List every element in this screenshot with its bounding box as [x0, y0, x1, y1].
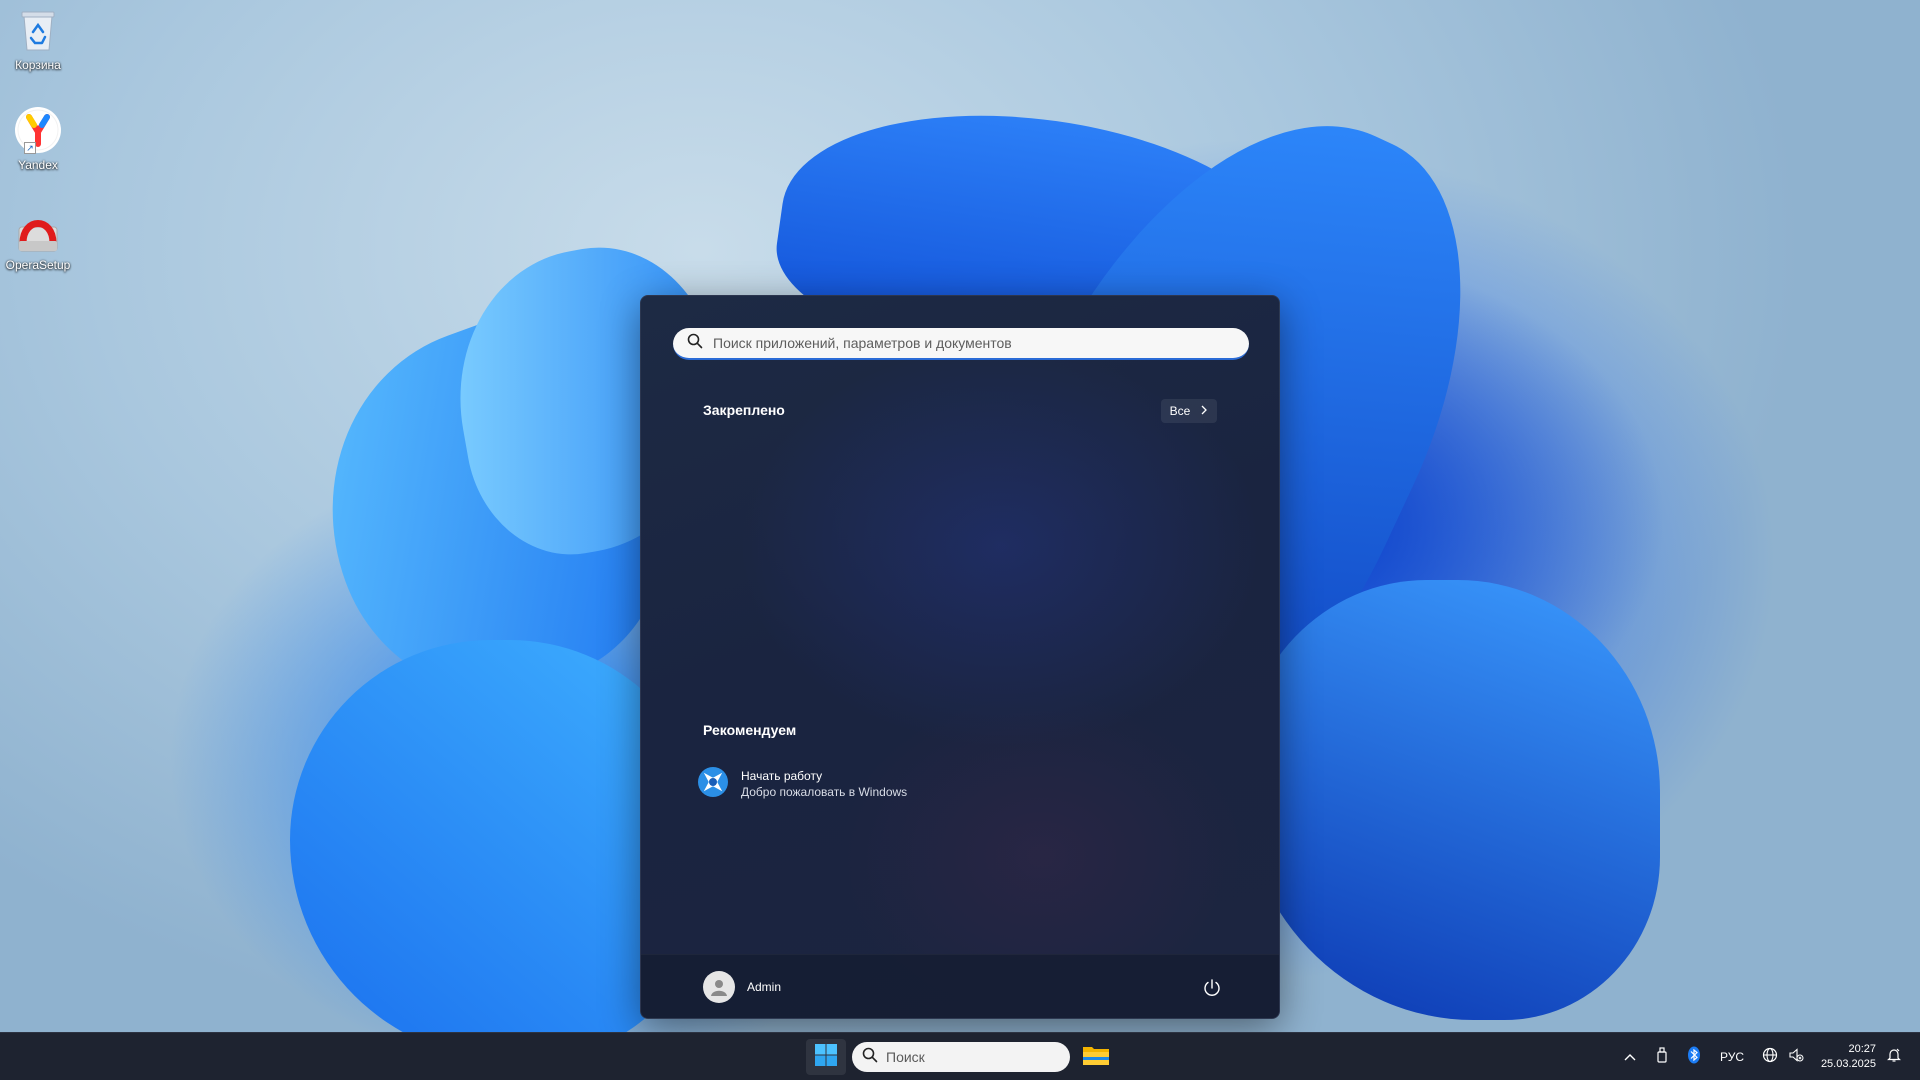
usb-device-icon — [1656, 1046, 1668, 1068]
start-search-input[interactable]: Поиск приложений, параметров и документо… — [673, 328, 1249, 360]
windows-logo-icon — [814, 1043, 838, 1072]
all-apps-label: Все — [1169, 404, 1191, 418]
opera-setup-icon — [14, 206, 62, 254]
recommended-section-title: Рекомендуем — [703, 722, 797, 738]
desktop-icon-opera-setup[interactable]: OperaSetup — [4, 206, 72, 272]
recommended-item-title: Начать работу — [741, 769, 823, 783]
notification-bell-icon — [1886, 1047, 1902, 1068]
recycle-bin-icon — [14, 6, 62, 54]
power-icon — [1201, 979, 1223, 1003]
desktop-icon-yandex[interactable]: ↗ Yandex — [4, 106, 72, 172]
taskbar-search-input[interactable]: Поиск — [852, 1042, 1070, 1072]
desktop-icon-label: OperaSetup — [5, 258, 71, 272]
start-search-placeholder: Поиск приложений, параметров и документо… — [713, 335, 1012, 351]
wallpaper-bloom — [1240, 580, 1660, 1020]
network-button[interactable] — [1760, 1033, 1780, 1081]
search-icon — [862, 1047, 878, 1068]
get-started-icon — [697, 766, 729, 803]
start-menu-footer: Admin — [641, 954, 1279, 1018]
clock-time: 20:27 — [1848, 1043, 1876, 1055]
taskbar: Поиск РУС 20:27 25.03.2025 — [0, 1032, 1920, 1080]
bluetooth-button[interactable] — [1684, 1033, 1704, 1081]
volume-button[interactable] — [1786, 1033, 1806, 1081]
bluetooth-icon — [1687, 1046, 1701, 1069]
speaker-muted-icon — [1788, 1047, 1804, 1068]
clock-date: 25.03.2025 — [1820, 1058, 1876, 1070]
clock-button[interactable]: 20:27 25.03.2025 — [1808, 1033, 1876, 1081]
recommended-item-subtitle: Добро пожаловать в Windows — [741, 785, 908, 799]
desktop-icon-label: Корзина — [15, 58, 61, 72]
start-button[interactable] — [806, 1039, 846, 1075]
desktop-wallpaper: Корзина ↗ Yandex OperaSetup Поиск прилож… — [0, 0, 1920, 1032]
user-avatar-icon — [703, 971, 735, 1003]
yandex-browser-icon: ↗ — [14, 106, 62, 154]
taskbar-search-placeholder: Поиск — [886, 1049, 925, 1065]
all-apps-button[interactable]: Все — [1161, 399, 1217, 423]
desktop-icon-label: Yandex — [18, 158, 58, 172]
safely-remove-hardware-button[interactable] — [1652, 1033, 1672, 1081]
file-explorer-button[interactable] — [1080, 1041, 1112, 1073]
show-hidden-icons-button[interactable] — [1620, 1033, 1640, 1081]
pinned-section-title: Закреплено — [703, 402, 785, 418]
globe-network-icon — [1762, 1047, 1778, 1068]
user-name: Admin — [747, 980, 782, 994]
recommended-item-get-started[interactable]: Начать работу Добро пожаловать в Windows — [697, 764, 997, 804]
chevron-up-icon — [1624, 1048, 1636, 1066]
input-language-indicator[interactable]: РУС — [1712, 1033, 1752, 1081]
chevron-right-icon — [1200, 404, 1208, 418]
folder-icon — [1082, 1043, 1110, 1072]
search-icon — [687, 333, 703, 354]
shortcut-arrow-icon: ↗ — [24, 142, 36, 154]
notifications-button[interactable] — [1884, 1033, 1904, 1081]
start-menu: Поиск приложений, параметров и документо… — [640, 295, 1280, 1019]
user-account-button[interactable]: Admin — [703, 971, 781, 1003]
desktop-icon-recycle-bin[interactable]: Корзина — [4, 6, 72, 72]
power-button[interactable] — [1201, 977, 1223, 999]
